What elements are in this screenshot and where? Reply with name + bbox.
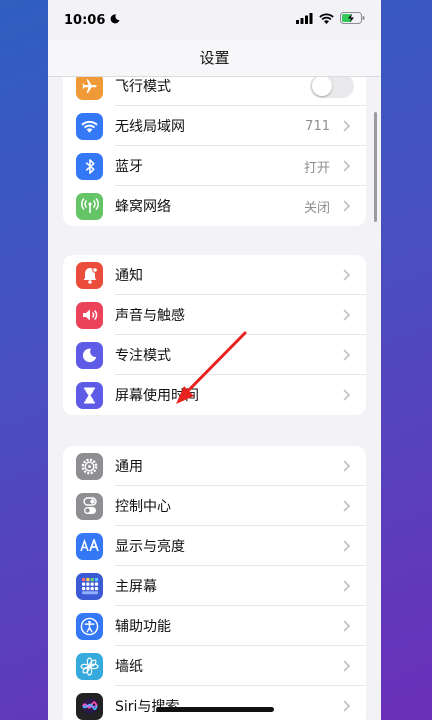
- settings-row-display[interactable]: 显示与亮度: [63, 526, 366, 566]
- status-time: 10:06: [64, 12, 106, 28]
- accessibility-icon: [76, 612, 103, 640]
- settings-row-label: 辅助功能: [115, 619, 171, 635]
- moon-icon: [76, 341, 103, 369]
- settings-row-label: 墙纸: [115, 659, 143, 675]
- settings-row-label: 控制中心: [115, 499, 171, 515]
- settings-row-label: 声音与触感: [115, 308, 185, 324]
- text-size-icon: [76, 532, 103, 560]
- chevron-right-icon: [338, 160, 354, 172]
- chevron-right-icon: [338, 389, 354, 401]
- settings-row-label: 专注模式: [115, 348, 171, 364]
- home-indicator[interactable]: [156, 707, 274, 712]
- airplane-mode-toggle[interactable]: [310, 74, 354, 98]
- chevron-right-icon: [338, 500, 354, 512]
- flower-icon: [76, 652, 103, 680]
- settings-row-label: 主屏幕: [115, 579, 157, 595]
- settings-row-label: 蜂窝网络: [115, 199, 171, 215]
- settings-row-notifications[interactable]: 通知: [63, 255, 366, 295]
- settings-row-label: 通知: [115, 268, 143, 284]
- wifi-icon: [76, 112, 103, 140]
- antenna-icon: [76, 192, 103, 220]
- chevron-right-icon: [338, 580, 354, 592]
- chevron-right-icon: [338, 660, 354, 672]
- gear-icon: [76, 452, 103, 480]
- settings-row-wifi[interactable]: 无线局域网 711: [63, 106, 366, 146]
- bluetooth-icon: [76, 152, 103, 180]
- toggle-knob: [312, 76, 332, 96]
- settings-row-control-center[interactable]: 控制中心: [63, 486, 366, 526]
- settings-row-label: 通用: [115, 459, 143, 475]
- chevron-right-icon: [338, 620, 354, 632]
- settings-row-value: 711: [305, 118, 330, 134]
- battery-charging-icon: [340, 12, 365, 28]
- settings-screen: 10:06 设置 飞行模式 无线局域网 711 蓝牙 打开 蜂窝网络 关闭 通知…: [48, 0, 381, 720]
- settings-row-focus[interactable]: 专注模式: [63, 335, 366, 375]
- settings-row-accessibility[interactable]: 辅助功能: [63, 606, 366, 646]
- home-grid-icon: [76, 572, 103, 600]
- speaker-icon: [76, 301, 103, 329]
- notifications-group: 通知 声音与触感 专注模式 屏幕使用时间: [63, 255, 366, 415]
- chevron-right-icon: [338, 309, 354, 321]
- focus-moon-icon: [110, 13, 120, 28]
- chevron-right-icon: [338, 349, 354, 361]
- settings-row-label: Siri与搜索: [115, 699, 180, 715]
- chevron-right-icon: [338, 269, 354, 281]
- settings-row-value: 打开: [303, 160, 330, 176]
- scroll-indicator[interactable]: [374, 112, 377, 222]
- bell-icon: [76, 261, 103, 289]
- settings-row-screen-time[interactable]: 屏幕使用时间: [63, 375, 366, 415]
- settings-row-label: 屏幕使用时间: [115, 388, 199, 404]
- settings-row-bluetooth[interactable]: 蓝牙 打开: [63, 146, 366, 186]
- settings-row-value: 关闭: [303, 200, 330, 216]
- siri-icon: [76, 692, 103, 720]
- chevron-right-icon: [338, 460, 354, 472]
- settings-row-wallpaper[interactable]: 墙纸: [63, 646, 366, 686]
- settings-row-general[interactable]: 通用: [63, 446, 366, 486]
- switches-icon: [76, 492, 103, 520]
- status-bar: 10:06: [48, 0, 381, 40]
- cellular-signal-icon: [296, 12, 313, 28]
- settings-row-siri[interactable]: Siri与搜索: [63, 686, 366, 720]
- settings-row-label: 显示与亮度: [115, 539, 185, 555]
- settings-row-cellular[interactable]: 蜂窝网络 关闭: [63, 186, 366, 226]
- wifi-status-icon: [319, 13, 334, 28]
- general-group: 通用 控制中心 显示与亮度 主屏幕 辅助功能 墙纸 Siri与搜索: [63, 446, 366, 720]
- page-title: 设置: [48, 40, 381, 77]
- settings-row-label: 无线局域网: [115, 119, 185, 135]
- settings-row-sounds[interactable]: 声音与触感: [63, 295, 366, 335]
- connectivity-group: 飞行模式 无线局域网 711 蓝牙 打开 蜂窝网络 关闭: [63, 66, 366, 226]
- chevron-right-icon: [338, 120, 354, 132]
- hourglass-icon: [76, 381, 103, 409]
- chevron-right-icon: [338, 700, 354, 712]
- chevron-right-icon: [338, 540, 354, 552]
- chevron-right-icon: [338, 200, 354, 212]
- settings-row-home-screen[interactable]: 主屏幕: [63, 566, 366, 606]
- settings-row-label: 飞行模式: [115, 79, 171, 95]
- settings-row-label: 蓝牙: [115, 159, 143, 175]
